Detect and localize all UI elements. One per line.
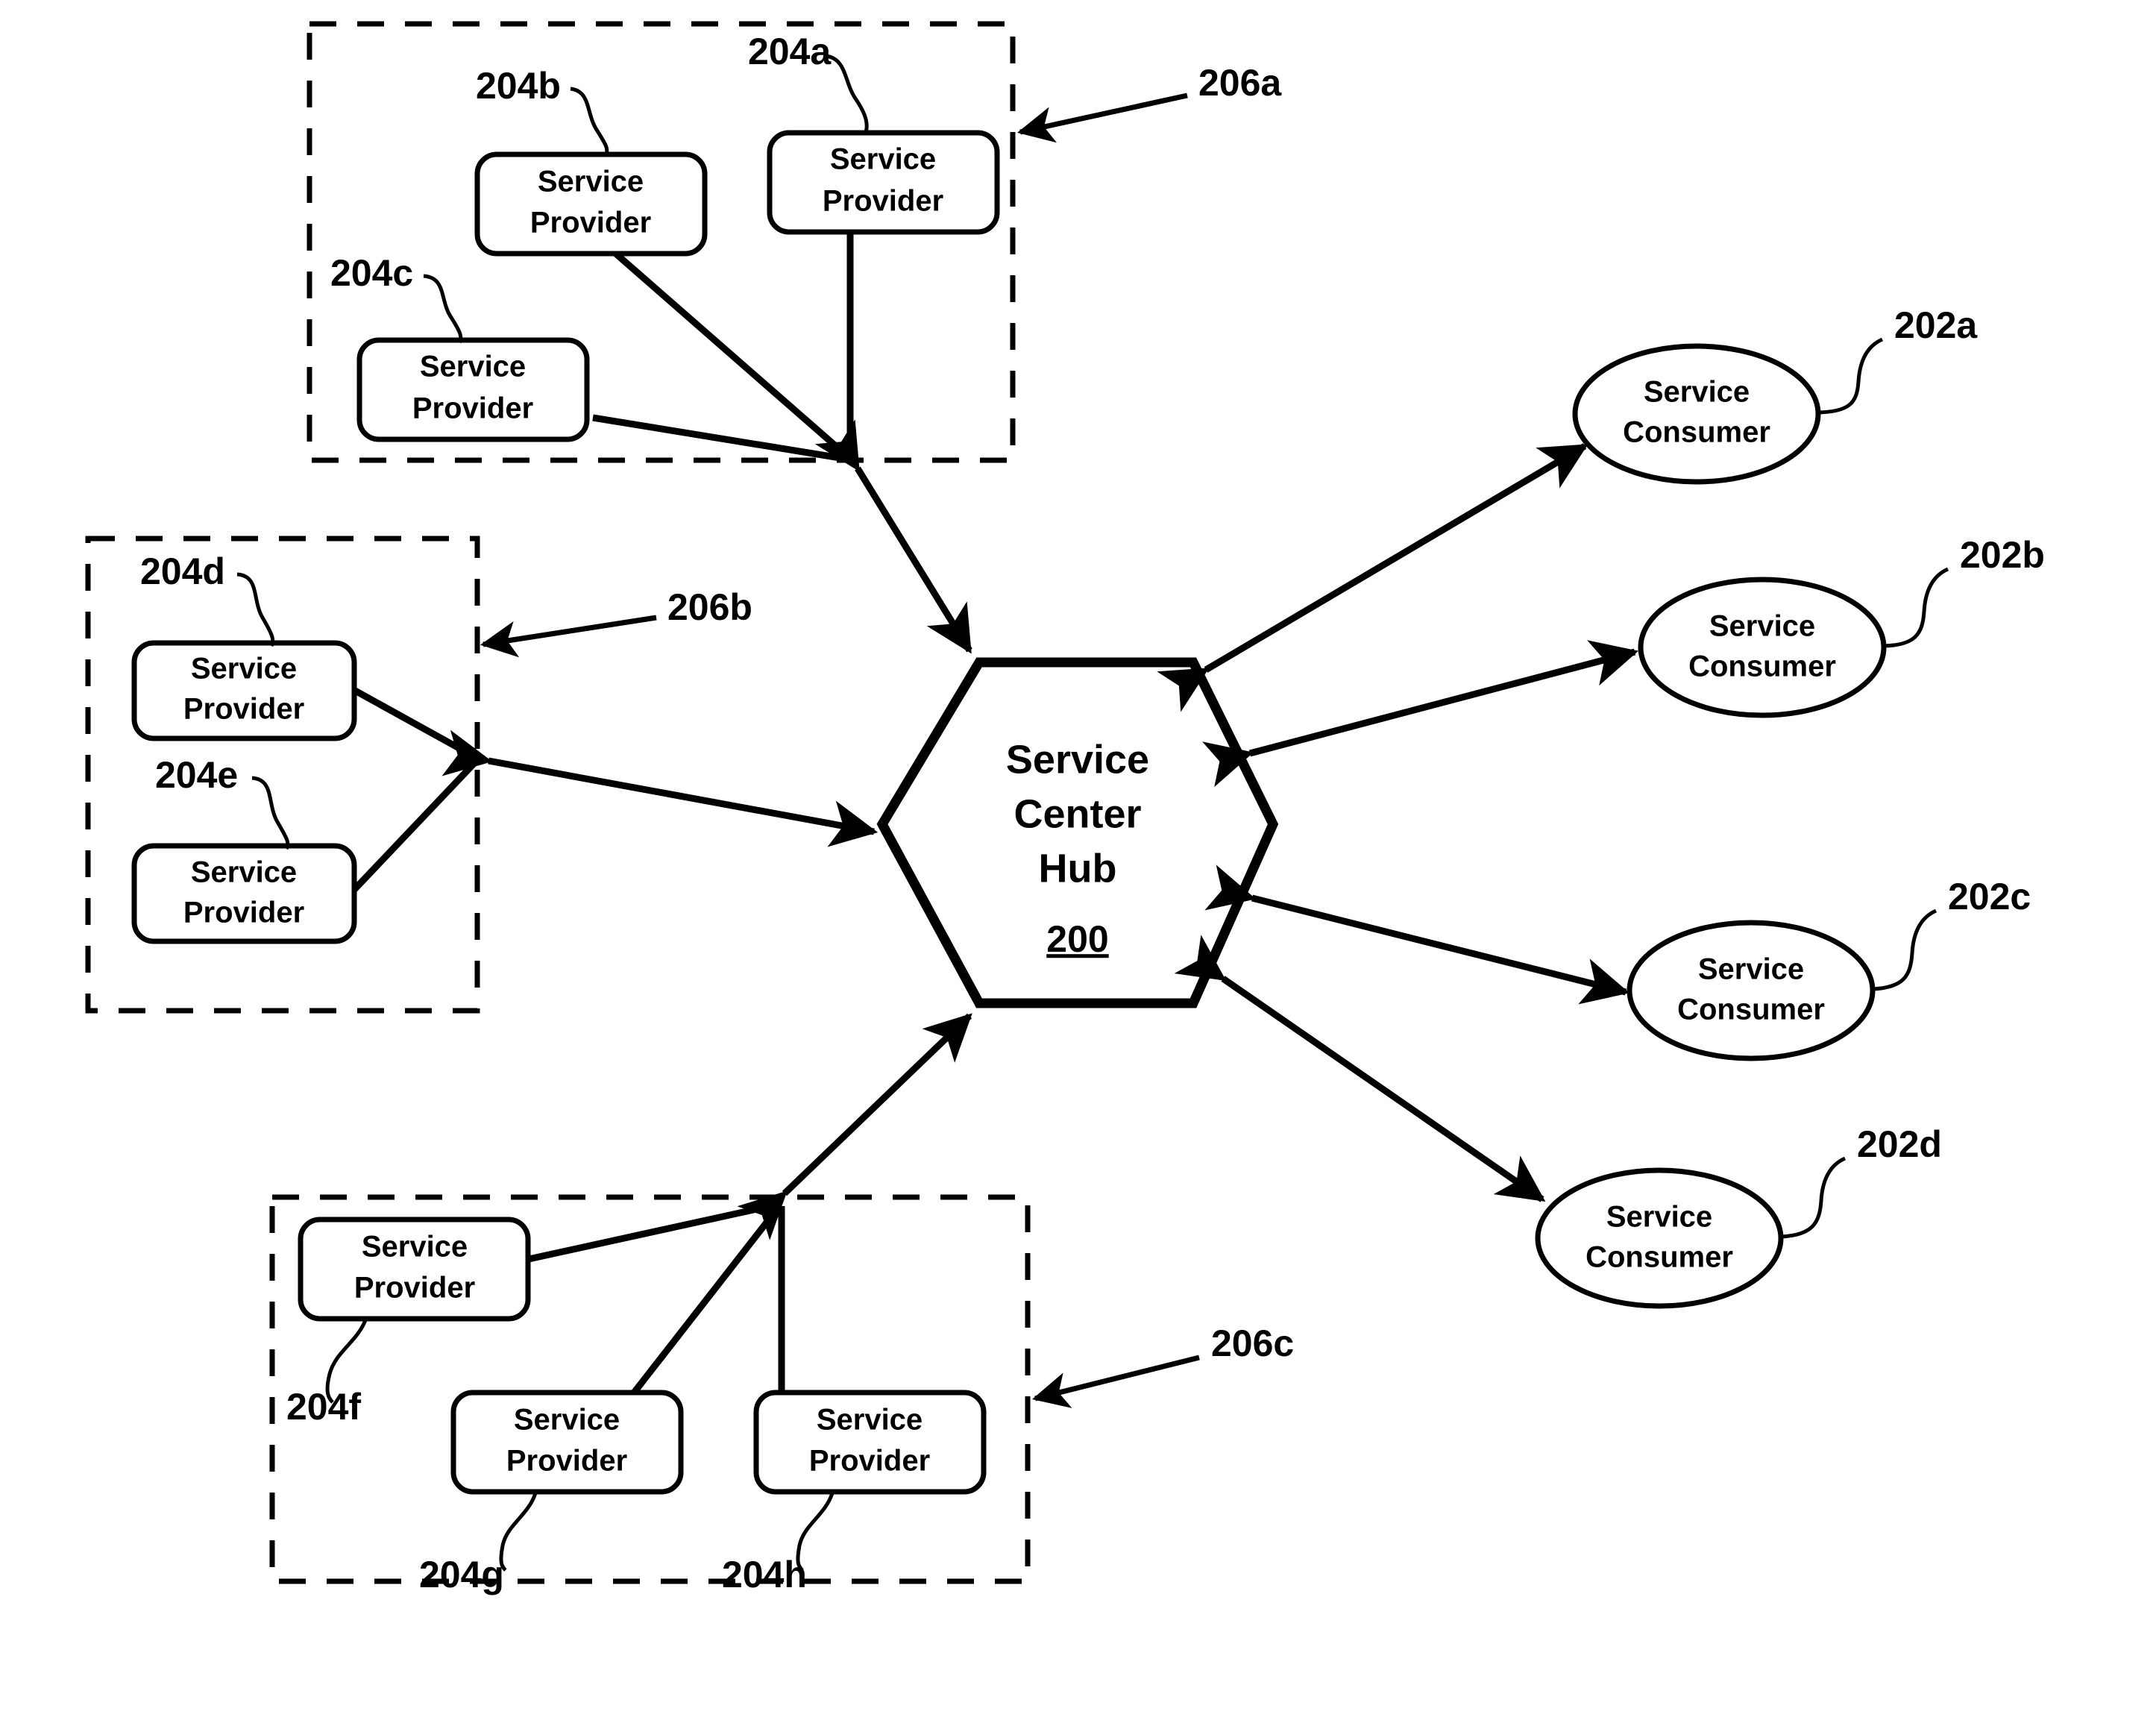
- consumer-label-202b-line1: Service: [1709, 610, 1815, 643]
- ref-label-202c: 202c: [1948, 876, 2031, 917]
- provider-group-206a[interactable]: Service Provider 204a Service Provider 2…: [307, 21, 1282, 463]
- leader-204c: [423, 274, 463, 344]
- connection-206c-hub: [737, 1013, 972, 1240]
- provider-label-204d-line1: Service: [191, 653, 297, 685]
- ref-label-204b: 204b: [476, 65, 561, 107]
- provider-label-204c-line2: Provider: [412, 392, 533, 425]
- provider-label-204e-line2: Provider: [183, 897, 304, 929]
- ref-label-206b: 206b: [667, 586, 752, 628]
- provider-label-204f-line1: Service: [362, 1231, 468, 1264]
- provider-node-204d[interactable]: Service Provider: [131, 640, 357, 741]
- provider-node-204b[interactable]: Service Provider: [474, 151, 708, 257]
- provider-label-204h-line1: Service: [817, 1404, 923, 1437]
- consumer-ellipse-202a: [1572, 343, 1821, 485]
- provider-node-204g[interactable]: Service Provider: [450, 1390, 684, 1495]
- connection-hub-202c: [1204, 864, 1630, 1005]
- ref-label-202b: 202b: [1960, 534, 2045, 576]
- ref-label-204h: 204h: [722, 1554, 807, 1595]
- leader-202b: [1883, 567, 1949, 648]
- consumer-label-202a-line2: Consumer: [1623, 416, 1770, 449]
- ref-pointer-206b: [480, 615, 657, 658]
- provider-node-204c[interactable]: Service Provider: [356, 337, 590, 442]
- consumer-label-202d-line1: Service: [1606, 1201, 1712, 1234]
- consumer-ellipse-202b: [1638, 577, 1887, 718]
- leader-204b: [570, 87, 609, 157]
- provider-group-206c[interactable]: Service Provider 204f Service Provider 2…: [269, 1194, 1294, 1595]
- consumer-label-202b-line2: Consumer: [1688, 650, 1836, 683]
- ref-pointer-206c: [1032, 1355, 1200, 1408]
- provider-label-204g-line2: Provider: [506, 1445, 627, 1478]
- ref-label-206a: 206a: [1198, 62, 1282, 104]
- ref-label-204c: 204c: [330, 252, 413, 294]
- connection-hub-202d: [1174, 935, 1546, 1202]
- ref-label-204a: 204a: [748, 31, 832, 72]
- provider-label-204g-line1: Service: [514, 1404, 620, 1437]
- connector-204d-to-junction: [341, 681, 479, 761]
- service-center-hub[interactable]: Service Center Hub 200: [876, 657, 1279, 1008]
- provider-label-204b-line2: Provider: [530, 207, 651, 239]
- provider-node-204h[interactable]: Service Provider: [753, 1390, 987, 1495]
- ref-label-204d: 204d: [140, 550, 225, 592]
- consumer-node-202c[interactable]: Service Consumer 202c: [1204, 864, 2031, 1061]
- consumer-label-202d-line2: Consumer: [1585, 1241, 1733, 1274]
- connection-hub-202a: [1157, 443, 1588, 712]
- leader-204a: [825, 54, 869, 135]
- provider-node-204f[interactable]: Service Provider: [298, 1217, 531, 1322]
- provider-label-204e-line1: Service: [191, 856, 297, 889]
- hub-label-line1: Service: [1006, 737, 1149, 782]
- leader-202a: [1817, 337, 1884, 415]
- provider-label-204a-line1: Service: [830, 143, 936, 176]
- provider-label-204h-line2: Provider: [809, 1445, 930, 1478]
- ref-label-206c: 206c: [1211, 1322, 1294, 1364]
- provider-label-204c-line1: Service: [420, 351, 526, 383]
- ref-pointer-206a: [1017, 92, 1188, 143]
- consumer-ellipse-202d: [1535, 1167, 1784, 1309]
- connection-206a-hub: [814, 419, 972, 654]
- connector-204e-to-junction: [348, 758, 480, 897]
- consumer-ellipse-202c: [1627, 920, 1876, 1061]
- provider-label-204d-line2: Provider: [183, 693, 304, 726]
- provider-label-204f-line2: Provider: [354, 1272, 475, 1305]
- diagram-svg: Service Provider 204a Service Provider 2…: [85, 21, 2045, 1595]
- hub-reference-number: 200: [1046, 918, 1108, 960]
- leader-202c: [1872, 908, 1937, 991]
- leader-202d: [1780, 1156, 1847, 1239]
- provider-node-204a[interactable]: Service Provider: [767, 130, 1000, 235]
- hub-label-line3: Hub: [1039, 846, 1117, 891]
- ref-label-202d: 202d: [1857, 1123, 1942, 1165]
- provider-label-204b-line1: Service: [538, 166, 644, 198]
- leader-204g: [499, 1493, 538, 1572]
- hub-label-line2: Center: [1013, 791, 1141, 836]
- ref-label-204g: 204g: [419, 1554, 504, 1595]
- ref-label-204e: 204e: [155, 754, 238, 796]
- figure-canvas: Service Provider 204a Service Provider 2…: [0, 0, 2156, 1723]
- provider-group-206b[interactable]: Service Provider 204d Service Provider 2…: [85, 536, 752, 1014]
- leader-204d: [236, 572, 275, 647]
- provider-label-204a-line2: Provider: [823, 185, 943, 218]
- provider-node-204e[interactable]: Service Provider: [131, 843, 357, 944]
- ref-label-202a: 202a: [1894, 304, 1978, 346]
- consumer-label-202c-line1: Service: [1698, 953, 1804, 986]
- connection-hub-202b: [1202, 640, 1639, 788]
- connection-206b-hub: [441, 729, 879, 847]
- consumer-label-202c-line2: Consumer: [1677, 994, 1825, 1026]
- consumer-label-202a-line1: Service: [1644, 376, 1750, 409]
- ref-label-204f: 204f: [286, 1386, 361, 1428]
- leader-204e: [251, 776, 290, 850]
- consumer-node-202b[interactable]: Service Consumer 202b: [1202, 534, 2045, 788]
